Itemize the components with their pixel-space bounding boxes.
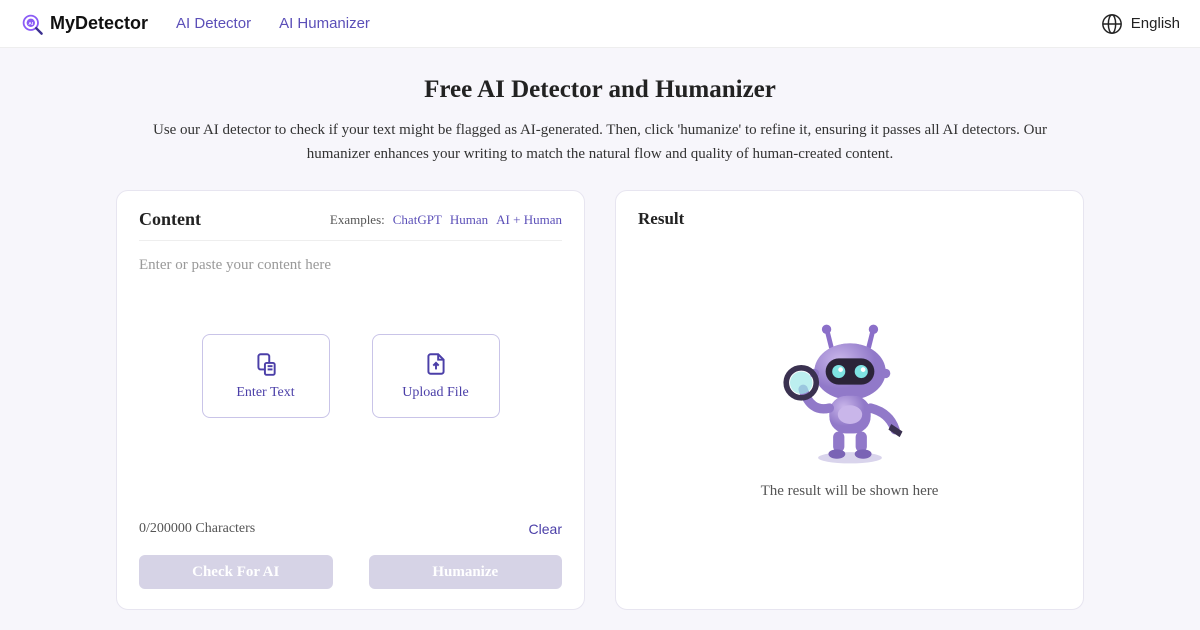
header: AI MyDetector AI Detector AI Humanizer E… — [0, 0, 1200, 48]
nav-ai-humanizer[interactable]: AI Humanizer — [279, 15, 370, 32]
paste-icon — [253, 351, 279, 377]
input-options: Enter Text Upload File — [139, 334, 562, 418]
main-nav: AI Detector AI Humanizer — [176, 15, 370, 32]
main-panels: Content Examples: ChatGPT Human AI + Hum… — [0, 166, 1200, 610]
brand-logo[interactable]: AI MyDetector — [20, 12, 148, 36]
result-title: Result — [638, 209, 1061, 229]
content-card-header: Content Examples: ChatGPT Human AI + Hum… — [139, 209, 562, 241]
action-buttons: Check For AI Humanize — [139, 555, 562, 589]
language-label: English — [1131, 15, 1180, 32]
examples-row: Examples: ChatGPT Human AI + Human — [330, 212, 562, 228]
content-title: Content — [139, 209, 201, 230]
logo-icon: AI — [20, 12, 44, 36]
enter-text-option[interactable]: Enter Text — [202, 334, 330, 418]
content-textarea[interactable]: Enter or paste your content here — [139, 257, 562, 274]
example-chatgpt[interactable]: ChatGPT — [393, 212, 442, 228]
result-card: Result — [615, 190, 1084, 610]
clear-button[interactable]: Clear — [529, 521, 562, 537]
char-counter: 0/200000 Characters — [139, 521, 255, 537]
check-for-ai-button[interactable]: Check For AI — [139, 555, 333, 589]
page-subtitle: Use our AI detector to check if your tex… — [130, 118, 1070, 166]
svg-text:AI: AI — [28, 21, 33, 27]
examples-label: Examples: — [330, 212, 385, 228]
example-human[interactable]: Human — [450, 212, 488, 228]
result-empty-message: The result will be shown here — [761, 483, 939, 500]
content-card: Content Examples: ChatGPT Human AI + Hum… — [116, 190, 585, 610]
humanize-button[interactable]: Humanize — [369, 555, 563, 589]
enter-text-label: Enter Text — [236, 385, 294, 401]
upload-file-option[interactable]: Upload File — [372, 334, 500, 418]
upload-icon — [423, 351, 449, 377]
nav-ai-detector[interactable]: AI Detector — [176, 15, 251, 32]
page-title: Free AI Detector and Humanizer — [0, 76, 1200, 104]
upload-file-label: Upload File — [402, 385, 469, 401]
result-body: The result will be shown here — [638, 229, 1061, 589]
robot-icon — [775, 319, 925, 469]
brand-name: MyDetector — [50, 13, 148, 34]
language-selector[interactable]: English — [1101, 13, 1180, 35]
example-ai-human[interactable]: AI + Human — [496, 212, 562, 228]
globe-icon — [1101, 13, 1123, 35]
content-footer: 0/200000 Characters Clear — [139, 521, 562, 537]
